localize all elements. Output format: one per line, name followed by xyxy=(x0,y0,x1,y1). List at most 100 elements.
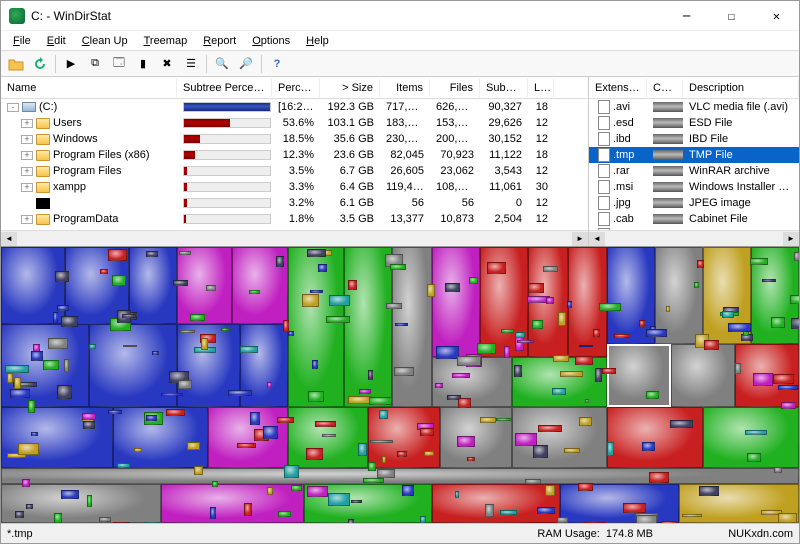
treemap-block[interactable] xyxy=(322,434,336,437)
treemap-block[interactable] xyxy=(386,303,402,310)
treemap-block[interactable] xyxy=(228,390,251,396)
treemap-block[interactable] xyxy=(584,522,607,523)
treemap-block[interactable] xyxy=(206,285,217,290)
menu-treemap[interactable]: Treemap xyxy=(136,33,196,49)
treemap-block[interactable] xyxy=(402,485,414,497)
minimize-button[interactable]: ─ xyxy=(664,1,709,30)
ext-row[interactable]: .ibdIBD File xyxy=(589,131,799,147)
treemap-block[interactable] xyxy=(500,510,517,514)
refresh-button[interactable] xyxy=(29,53,51,75)
treemap-block[interactable] xyxy=(221,328,229,331)
treemap-block[interactable] xyxy=(369,397,392,406)
expand-toggle[interactable]: + xyxy=(21,119,33,128)
treemap-block[interactable] xyxy=(623,503,646,513)
ext-row[interactable]: .esdESD File xyxy=(589,115,799,131)
treemap-block[interactable] xyxy=(237,443,256,448)
treemap-block[interactable] xyxy=(694,282,699,288)
expand-toggle[interactable]: + xyxy=(21,183,33,192)
treemap-block[interactable] xyxy=(515,337,523,351)
treemap-view[interactable] xyxy=(1,247,799,523)
treemap-block[interactable] xyxy=(194,466,203,476)
treemap-block[interactable] xyxy=(89,344,95,349)
treemap-block[interactable] xyxy=(306,448,324,461)
treemap-block[interactable] xyxy=(642,442,655,451)
treemap-block[interactable] xyxy=(745,430,767,435)
treemap-block[interactable] xyxy=(543,266,558,272)
expand-toggle[interactable]: + xyxy=(21,151,33,160)
treemap-block[interactable] xyxy=(533,445,548,457)
treemap-block[interactable] xyxy=(532,320,543,329)
treemap-block[interactable] xyxy=(432,484,560,523)
treemap-block[interactable] xyxy=(329,295,350,306)
treemap-block[interactable] xyxy=(496,418,511,421)
treemap-block[interactable] xyxy=(682,514,702,517)
treemap-block[interactable] xyxy=(348,519,355,523)
treemap-block[interactable] xyxy=(64,359,69,372)
treemap-block[interactable] xyxy=(244,503,252,516)
treemap-block[interactable] xyxy=(54,513,62,523)
treemap-block[interactable] xyxy=(728,323,751,332)
treemap-block[interactable] xyxy=(671,344,735,407)
maximize-button[interactable]: ☐ xyxy=(709,1,754,30)
tree-row[interactable]: +Program Files3.5%6.7 GB26,60523,0623,54… xyxy=(1,163,588,179)
treemap-block[interactable] xyxy=(7,373,13,383)
treemap-block[interactable] xyxy=(278,511,291,517)
treemap-block[interactable] xyxy=(57,305,69,312)
treemap-block[interactable] xyxy=(538,425,561,432)
treemap-block[interactable] xyxy=(515,332,525,338)
treemap-block[interactable] xyxy=(762,279,776,282)
treemap-block[interactable] xyxy=(31,432,39,436)
treemap-block[interactable] xyxy=(117,463,129,468)
treemap-block[interactable] xyxy=(512,357,608,407)
treemap-block[interactable] xyxy=(477,343,495,354)
copy-icon[interactable]: ⧉ xyxy=(84,53,106,75)
treemap-block[interactable] xyxy=(480,417,495,422)
treemap-block[interactable] xyxy=(288,331,295,337)
treemap-block[interactable] xyxy=(420,516,426,522)
tree-header[interactable]: Name Subtree Percent... Perce... > Size … xyxy=(1,77,588,99)
treemap-block[interactable] xyxy=(277,417,294,423)
treemap-block[interactable] xyxy=(579,417,592,426)
ext-row[interactable]: .tmpTMP File xyxy=(589,147,799,163)
treemap-block[interactable] xyxy=(370,440,394,443)
explorer-icon[interactable]: 🗔 xyxy=(108,53,130,75)
treemap-block[interactable] xyxy=(210,507,217,518)
col-color[interactable]: Col... xyxy=(647,79,683,97)
treemap-block[interactable] xyxy=(424,451,433,456)
treemap-block[interactable] xyxy=(791,318,799,329)
menu-help[interactable]: Help xyxy=(298,33,337,49)
treemap-block[interactable] xyxy=(771,317,785,327)
treemap-block[interactable] xyxy=(517,340,534,343)
treemap-block[interactable] xyxy=(397,451,406,456)
treemap-block[interactable] xyxy=(585,399,590,404)
treemap-block[interactable] xyxy=(1,407,113,468)
tree-row[interactable]: -(C:)[16:29 s]192.3 GB717,226626,89990,3… xyxy=(1,99,588,115)
treemap-block[interactable] xyxy=(607,407,703,468)
treemap-block[interactable] xyxy=(326,316,350,323)
expand-toggle[interactable]: + xyxy=(21,135,33,144)
treemap-block[interactable] xyxy=(528,283,544,293)
treemap-block[interactable] xyxy=(307,486,328,497)
treemap-block[interactable] xyxy=(288,247,344,407)
treemap-block[interactable] xyxy=(537,507,554,514)
ext-row[interactable]: .cabCabinet File xyxy=(589,211,799,227)
treemap-block[interactable] xyxy=(112,275,126,286)
treemap-block[interactable] xyxy=(790,295,799,304)
treemap-block[interactable] xyxy=(560,371,583,377)
treemap-block[interactable] xyxy=(773,374,793,384)
treemap-block[interactable] xyxy=(146,415,157,421)
treemap-block[interactable] xyxy=(458,398,471,408)
treemap-block[interactable] xyxy=(747,453,761,462)
treemap-block[interactable] xyxy=(579,345,594,348)
treemap-block[interactable] xyxy=(263,426,278,439)
treemap-block[interactable] xyxy=(152,351,158,355)
treemap-block[interactable] xyxy=(593,329,601,337)
play-icon[interactable]: ▶ xyxy=(60,53,82,75)
treemap-block[interactable] xyxy=(291,485,302,491)
menu-edit[interactable]: Edit xyxy=(39,33,74,49)
treemap-block[interactable] xyxy=(445,283,460,292)
col-desc[interactable]: Description xyxy=(683,79,799,97)
treemap-block[interactable] xyxy=(504,346,511,357)
treemap-block[interactable] xyxy=(48,338,68,349)
treemap-block[interactable] xyxy=(53,312,58,323)
